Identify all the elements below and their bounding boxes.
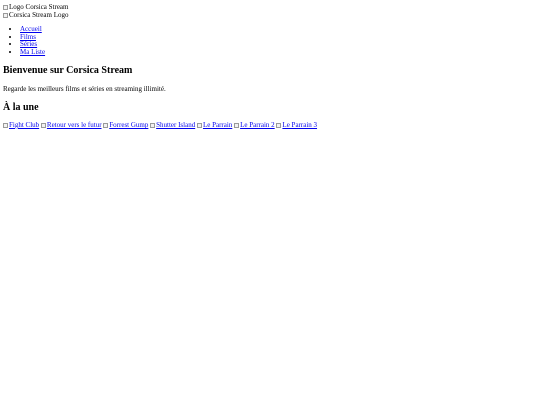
nav-item-series: Séries	[20, 40, 537, 49]
featured-heading: À la une	[3, 102, 39, 113]
site-header: Logo Corsica Stream Corsica Stream Logo	[3, 3, 537, 19]
broken-image-icon	[234, 123, 240, 128]
movie-poster-alt: Shutter Island	[156, 121, 196, 129]
broken-image-icon	[3, 123, 8, 128]
logo-image: Logo Corsica Stream	[3, 3, 537, 11]
broken-image-icon	[150, 123, 156, 128]
featured-list: Fight Club Retour vers le futur Forrest …	[3, 121, 537, 130]
broken-image-icon	[40, 123, 46, 128]
nav-item-films: Films	[20, 33, 537, 42]
broken-image-icon	[103, 123, 109, 128]
movie-poster-alt: Forrest Gump	[109, 121, 149, 129]
nav-link-ma-liste[interactable]: Ma Liste	[20, 48, 45, 56]
page-title: Bienvenue sur Corsica Stream	[3, 65, 133, 76]
movie-poster-alt: Le Parrain	[202, 121, 233, 129]
page: Logo Corsica Stream Corsica Stream Logo …	[3, 3, 537, 130]
logo-alt-text-secondary: Corsica Stream Logo	[9, 11, 69, 19]
featured-movie-link[interactable]: Forrest Gump	[103, 121, 148, 129]
featured-movie-link[interactable]: Shutter Island	[150, 121, 195, 129]
nav-item-accueil: Accueil	[20, 25, 537, 34]
broken-image-icon	[276, 123, 282, 128]
featured-movie-link[interactable]: Retour vers le futur	[40, 121, 102, 129]
nav-list: Accueil Films Séries Ma Liste	[3, 25, 537, 57]
tagline: Regarde les meilleurs films et séries en…	[3, 85, 166, 93]
broken-image-icon	[3, 5, 8, 10]
movie-poster-alt: Fight Club	[9, 121, 40, 129]
featured-movie-link[interactable]: Le Parrain 3	[276, 121, 317, 129]
movie-poster-alt: Le Parrain 2	[240, 121, 275, 129]
featured-movie-link[interactable]: Le Parrain 2	[234, 121, 275, 129]
broken-image-icon	[3, 13, 8, 18]
featured-movie-link[interactable]: Fight Club	[3, 121, 39, 129]
movie-poster-alt: Retour vers le futur	[46, 121, 102, 129]
main-content: Bienvenue sur Corsica Stream Regarde les…	[3, 65, 537, 130]
nav-item-ma-liste: Ma Liste	[20, 48, 537, 57]
main-nav: Accueil Films Séries Ma Liste	[3, 25, 537, 57]
broken-image-icon	[196, 123, 202, 128]
movie-poster-alt: Le Parrain 3	[282, 121, 318, 129]
logo-image-secondary: Corsica Stream Logo	[3, 11, 537, 19]
featured-movie-link[interactable]: Le Parrain	[196, 121, 233, 129]
logo-alt-text: Logo Corsica Stream	[9, 3, 69, 11]
